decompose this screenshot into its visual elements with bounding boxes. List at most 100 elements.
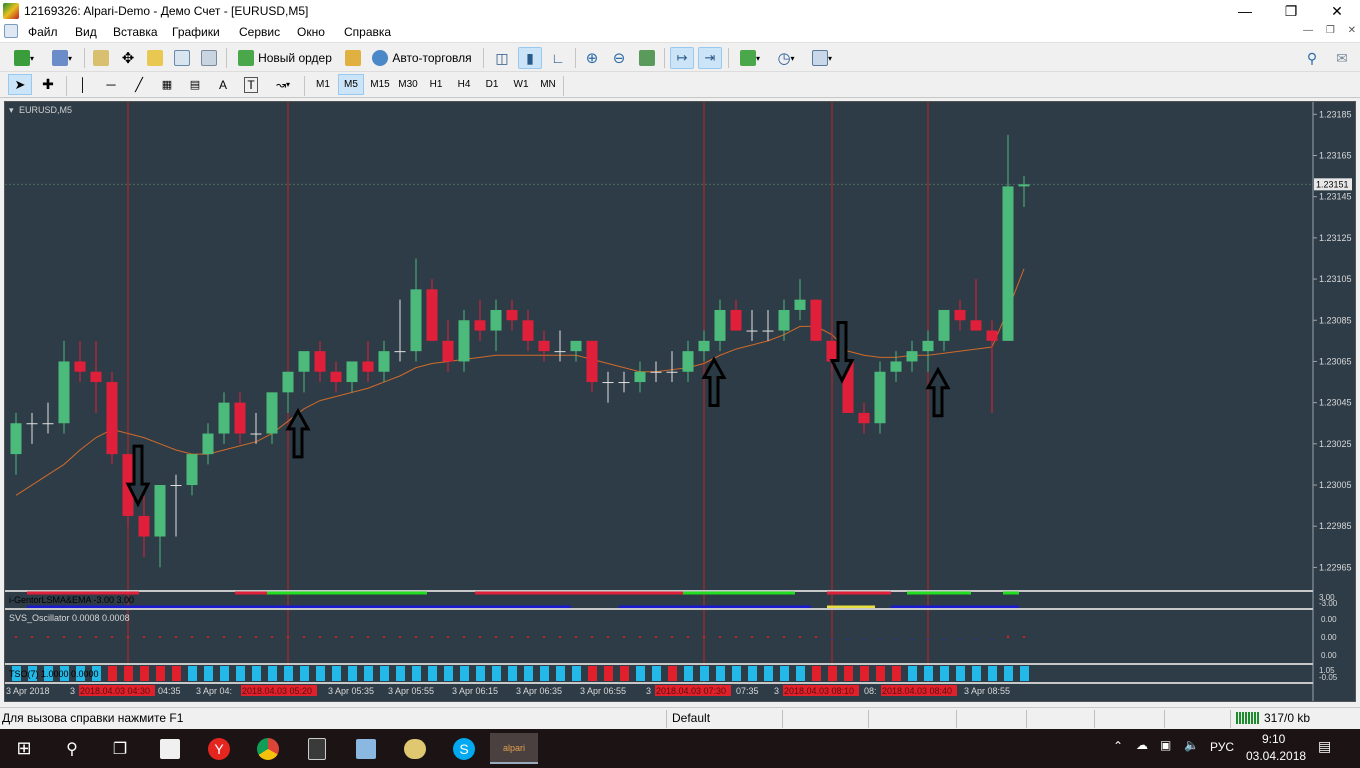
mdi-minimize-button[interactable]: — [1303, 25, 1313, 36]
chart-window-icon[interactable] [4, 24, 18, 38]
yandex-icon: Y [208, 737, 230, 760]
trend-line-tool[interactable]: ╱ [128, 74, 150, 95]
templates-button[interactable]: ▾ [806, 47, 838, 69]
new-order-button[interactable]: Новый ордер [234, 47, 336, 69]
menu-view[interactable]: Вид [75, 25, 97, 39]
candle-body [970, 320, 982, 331]
menu-help[interactable]: Справка [344, 25, 391, 39]
alpari-metatrader-app[interactable]: alpari [490, 733, 538, 764]
input-language[interactable]: РУС [1210, 740, 1234, 754]
auto-scroll-button[interactable]: ↦ [670, 47, 694, 69]
timeframe-m30[interactable]: M30 [394, 74, 422, 95]
auto-trading-button[interactable]: Авто-торговля [368, 47, 476, 69]
cursor-tool[interactable]: ➤ [8, 74, 32, 95]
start-button[interactable]: ⊞ [0, 733, 48, 764]
candle [202, 423, 214, 465]
candle-body [682, 351, 694, 372]
menu-charts[interactable]: Графики [172, 25, 220, 39]
tso-block [284, 666, 293, 681]
tray-chevron-icon[interactable]: ⌃ [1113, 739, 1123, 753]
tso-block [524, 666, 533, 681]
crosshair-icon: ✚ [42, 76, 54, 92]
zoom-in-button[interactable]: ⊕ [581, 47, 603, 69]
candle [506, 299, 518, 331]
bar-chart-button[interactable]: ◫ [491, 47, 513, 69]
timeframe-m1[interactable]: M1 [310, 74, 336, 95]
candle-body [362, 361, 374, 372]
cursor-icon: ➤ [14, 76, 26, 92]
data-window-button[interactable] [144, 47, 166, 69]
menu-tools[interactable]: Сервис [239, 25, 280, 39]
timeframe-d1[interactable]: D1 [479, 74, 505, 95]
connection-bars-icon[interactable] [1236, 712, 1260, 724]
candle [746, 309, 758, 341]
equidistant-channel-tool[interactable]: ▦ [156, 74, 178, 95]
vertical-line-tool[interactable]: │ [72, 74, 94, 95]
task-view-button[interactable]: ❐ [96, 733, 144, 764]
market-watch-button[interactable] [90, 47, 112, 69]
maximize-button[interactable]: ❐ [1268, 0, 1314, 22]
tso-block [252, 666, 261, 681]
candle-body [570, 340, 582, 352]
tso-block [924, 666, 933, 681]
candle [986, 320, 998, 413]
clock-time[interactable]: 9:10 [1262, 732, 1285, 746]
network-icon[interactable]: ▣ [1160, 738, 1171, 752]
crosshair-tool[interactable]: ✚ [36, 74, 60, 95]
horizontal-line-tool[interactable]: ─ [100, 74, 122, 95]
alpari-icon: alpari [502, 742, 525, 753]
profiles-button[interactable]: ▾ [46, 47, 78, 69]
chart-window[interactable]: i-GentorLSMA&EMA -3.00 3.00 3.00 -3.00 SVS_… [4, 101, 1356, 702]
menu-insert[interactable]: Вставка [113, 25, 158, 39]
timeframe-m5[interactable]: M5 [338, 74, 364, 95]
candlestick-button[interactable]: ▮ [518, 47, 542, 69]
strategy-tester-button[interactable] [198, 47, 220, 69]
indicators-button[interactable]: ▾ [734, 47, 766, 69]
meta-editor-button[interactable] [342, 47, 364, 69]
search-button[interactable]: ⚲ [1302, 47, 1322, 69]
menu-file[interactable]: Файл [28, 25, 58, 39]
store-app[interactable] [146, 733, 194, 764]
timeframe-h4[interactable]: H4 [451, 74, 477, 95]
price-chart[interactable]: i-GentorLSMA&EMA -3.00 3.00 3.00-3.00SVS_… [5, 102, 1355, 701]
tso-block [956, 666, 965, 681]
price-axis-label: 1.22965 [1319, 562, 1352, 572]
timeframe-m15[interactable]: M15 [366, 74, 394, 95]
line-chart-button[interactable]: ∟ [547, 47, 569, 69]
clock-date[interactable]: 03.04.2018 [1246, 749, 1306, 763]
tso-block [812, 666, 821, 681]
notepad-app[interactable] [342, 733, 390, 764]
volume-icon[interactable]: 🔈 [1184, 738, 1199, 752]
zoom-out-button[interactable]: ⊖ [608, 47, 630, 69]
tso-block [556, 666, 565, 681]
close-button[interactable]: ✕ [1314, 0, 1360, 22]
navigator-button[interactable]: ✥ [117, 47, 139, 69]
timeframe-w1[interactable]: W1 [508, 74, 534, 95]
tile-windows-button[interactable] [636, 47, 658, 69]
onedrive-icon[interactable]: ☁ [1136, 738, 1148, 752]
search-taskbar-button[interactable]: ⚲ [48, 733, 96, 764]
paint-app[interactable] [391, 733, 439, 764]
fibonacci-tool[interactable]: ▤ [184, 74, 206, 95]
chat-button[interactable]: ✉ [1330, 47, 1354, 69]
mdi-restore-button[interactable]: ❐ [1326, 25, 1335, 36]
calculator-app[interactable] [293, 733, 341, 764]
menu-window[interactable]: Окно [297, 25, 325, 39]
arrows-tool[interactable]: ↝ ▾ [268, 74, 298, 95]
skype-app[interactable]: S [440, 733, 488, 764]
yandex-browser-app[interactable]: Y [195, 733, 243, 764]
notifications-icon[interactable]: ▤ [1318, 738, 1331, 755]
text-label-tool[interactable]: T [240, 74, 262, 95]
new-chart-button[interactable]: ▾ [8, 47, 40, 69]
terminal-button[interactable] [171, 47, 193, 69]
timeframe-mn[interactable]: MN [535, 74, 561, 95]
text-tool[interactable]: A [212, 74, 234, 95]
tso-block [348, 666, 357, 681]
periodicity-button[interactable]: ◷ ▾ [770, 47, 802, 69]
chrome-app[interactable] [244, 733, 292, 764]
mdi-close-button[interactable]: ✕ [1348, 25, 1356, 36]
chart-shift-button[interactable]: ⇥ [698, 47, 722, 69]
chart-dropdown-arrow[interactable]: ▾ [9, 105, 14, 115]
timeframe-h1[interactable]: H1 [423, 74, 449, 95]
minimize-button[interactable]: — [1222, 0, 1268, 22]
